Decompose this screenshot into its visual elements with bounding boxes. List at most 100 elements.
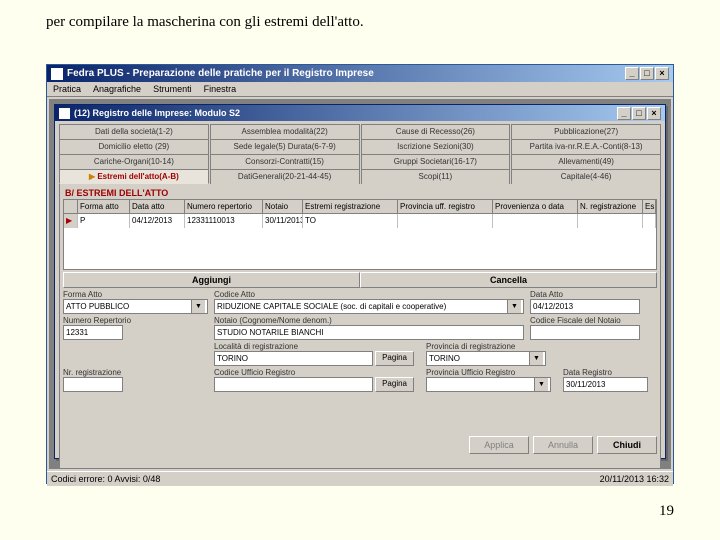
- tab-scopi[interactable]: Scopi(11): [361, 169, 511, 184]
- chiudi-button[interactable]: Chiudi: [597, 436, 657, 454]
- chevron-down-icon: ▼: [191, 300, 205, 313]
- cell-forma: P: [78, 214, 130, 228]
- prov-reg-label: Provincia di registrazione: [426, 342, 641, 351]
- menu-strumenti[interactable]: Strumenti: [153, 84, 192, 94]
- data-atto-input[interactable]: 04/12/2013: [530, 299, 640, 314]
- child-window: (12) Registro delle Imprese: Modulo S2 _…: [54, 104, 666, 459]
- pagina-button-1[interactable]: Pagina: [375, 351, 414, 366]
- tab-sede-legale[interactable]: Sede legale(5) Durata(6-7-9): [210, 139, 360, 154]
- codice-atto-select[interactable]: RIDUZIONE CAPITALE SOCIALE (soc. di capi…: [214, 299, 524, 314]
- menu-finestra[interactable]: Finestra: [204, 84, 237, 94]
- main-titlebar: Fedra PLUS - Preparazione delle pratiche…: [47, 65, 673, 82]
- chevron-down-icon: ▼: [534, 378, 548, 391]
- cell-nreg: [578, 214, 643, 228]
- nr-reg-input[interactable]: [63, 377, 123, 392]
- child-minimize-button[interactable]: _: [617, 107, 631, 120]
- codice-fiscale-input[interactable]: [530, 325, 640, 340]
- tab-pubblicazione[interactable]: Pubblicazione(27): [511, 124, 661, 139]
- applica-button[interactable]: Applica: [469, 436, 529, 454]
- prov-reg-select[interactable]: TORINO▼: [426, 351, 546, 366]
- cell-prov: [398, 214, 493, 228]
- cell-estremi: TO: [303, 214, 398, 228]
- tabs-area: Dati della società(1-2) Assemblea modali…: [55, 121, 665, 184]
- child-maximize-button[interactable]: □: [632, 107, 646, 120]
- grid-header-data: Data atto: [130, 200, 185, 213]
- tab-assemblea[interactable]: Assemblea modalità(22): [210, 124, 360, 139]
- chevron-down-icon: ▼: [529, 352, 543, 365]
- loc-reg-label: Località di registrazione: [214, 342, 414, 351]
- tab-estremi-atto[interactable]: ▶ Estremi dell'atto(A-B): [59, 169, 209, 184]
- document-icon: [59, 108, 70, 119]
- menubar: Pratica Anagrafiche Strumenti Finestra: [47, 82, 673, 97]
- nr-reg-label: Nr. registrazione: [63, 368, 208, 377]
- prov-reg2-label: Provincia Ufficio Registro: [426, 368, 551, 377]
- aggiungi-button[interactable]: Aggiungi: [63, 272, 360, 288]
- grid-header-prov: Provincia uff. registro: [398, 200, 493, 213]
- page-number: 19: [659, 503, 674, 520]
- maximize-button[interactable]: □: [640, 67, 654, 80]
- num-repertorio-input[interactable]: 12331: [63, 325, 123, 340]
- grid-header-nreg: N. registrazione: [578, 200, 643, 213]
- statusbar-right: 20/11/2013 16:32: [600, 474, 669, 484]
- grid-header-notaio: Notaio: [263, 200, 303, 213]
- tab-gruppi[interactable]: Gruppi Societari(16-17): [361, 154, 511, 169]
- codice-atto-label: Codice Atto: [214, 290, 524, 299]
- tab-consorzi[interactable]: Consorzi-Contratti(15): [210, 154, 360, 169]
- app-icon: [51, 68, 63, 80]
- pagina-button-2[interactable]: Pagina: [375, 377, 414, 392]
- loc-reg-input[interactable]: TORINO: [214, 351, 373, 366]
- cell-proven: [493, 214, 578, 228]
- section-header: B/ ESTREMI DELL'ATTO: [63, 187, 657, 199]
- chevron-down-icon: ▼: [507, 300, 521, 313]
- tab-capitale[interactable]: Capitale(4-46): [511, 169, 661, 184]
- close-button[interactable]: ×: [655, 67, 669, 80]
- grid-empty-body: [63, 228, 657, 270]
- grid-header-proven: Provenienza o data: [493, 200, 578, 213]
- tab-partita-iva[interactable]: Partita iva-nr.R.E.A.-Conti(8-13): [511, 139, 661, 154]
- tab-cariche[interactable]: Cariche-Organi(10-14): [59, 154, 209, 169]
- cell-rep: 12331110013: [185, 214, 263, 228]
- grid-header-forma: Forma atto: [78, 200, 130, 213]
- minimize-button[interactable]: _: [625, 67, 639, 80]
- tab-domicilio[interactable]: Domicilio eletto (29): [59, 139, 209, 154]
- notaio-input[interactable]: STUDIO NOTARILE BIANCHI: [214, 325, 524, 340]
- child-close-button[interactable]: ×: [647, 107, 661, 120]
- prov-reg2-select[interactable]: ▼: [426, 377, 551, 392]
- menu-pratica[interactable]: Pratica: [53, 84, 81, 94]
- tab-dati-societa[interactable]: Dati della società(1-2): [59, 124, 209, 139]
- grid-header-selector: [64, 200, 78, 213]
- grid-header-es: Es.: [643, 200, 656, 213]
- tab-content: B/ ESTREMI DELL'ATTO Forma atto Data att…: [59, 184, 661, 469]
- menu-anagrafiche[interactable]: Anagrafiche: [93, 84, 141, 94]
- child-title-text: (12) Registro delle Imprese: Modulo S2: [74, 108, 240, 118]
- row-selector-icon: ▶: [64, 214, 78, 228]
- statusbar: Codici errore: 0 Avvisi: 0/48 20/11/2013…: [47, 471, 673, 486]
- child-titlebar: (12) Registro delle Imprese: Modulo S2 _…: [55, 105, 665, 121]
- mdi-area: (12) Registro delle Imprese: Modulo S2 _…: [49, 99, 671, 469]
- cancella-button[interactable]: Cancella: [360, 272, 657, 288]
- main-title-text: Fedra PLUS - Preparazione delle pratiche…: [67, 68, 374, 79]
- data-reg-label: Data Registro: [563, 368, 648, 377]
- notaio-label: Notaio (Cognome/Nome denom.): [214, 316, 524, 325]
- annulla-button[interactable]: Annulla: [533, 436, 593, 454]
- data-atto-label: Data Atto: [530, 290, 640, 299]
- tab-allevamenti[interactable]: Allevamenti(49): [511, 154, 661, 169]
- page-caption: per compilare la mascherina con gli estr…: [46, 14, 364, 31]
- statusbar-left: Codici errore: 0 Avvisi: 0/48: [51, 474, 160, 484]
- forma-atto-label: Forma Atto: [63, 290, 208, 299]
- cell-data: 04/12/2013: [130, 214, 185, 228]
- cod-reg-label: Codice Ufficio Registro: [214, 368, 414, 377]
- forma-atto-select[interactable]: ATTO PUBBLICO▼: [63, 299, 208, 314]
- tab-iscrizione[interactable]: Iscrizione Sezioni(30): [361, 139, 511, 154]
- grid-header: Forma atto Data atto Numero repertorio N…: [63, 199, 657, 214]
- num-repertorio-label: Numero Repertorio: [63, 316, 208, 325]
- grid-header-repertorio: Numero repertorio: [185, 200, 263, 213]
- tab-dati-generali[interactable]: DatiGenerali(20-21-44-45): [210, 169, 360, 184]
- data-reg-input[interactable]: 30/11/2013: [563, 377, 648, 392]
- cell-notaio: 30/11/2013: [263, 214, 303, 228]
- cod-reg-input[interactable]: [214, 377, 373, 392]
- main-window: Fedra PLUS - Preparazione delle pratiche…: [46, 64, 674, 484]
- grid-row[interactable]: ▶ P 04/12/2013 12331110013 30/11/2013 TO: [63, 214, 657, 228]
- grid-header-estremi: Estremi registrazione: [303, 200, 398, 213]
- tab-cause-recesso[interactable]: Cause di Recesso(26): [361, 124, 511, 139]
